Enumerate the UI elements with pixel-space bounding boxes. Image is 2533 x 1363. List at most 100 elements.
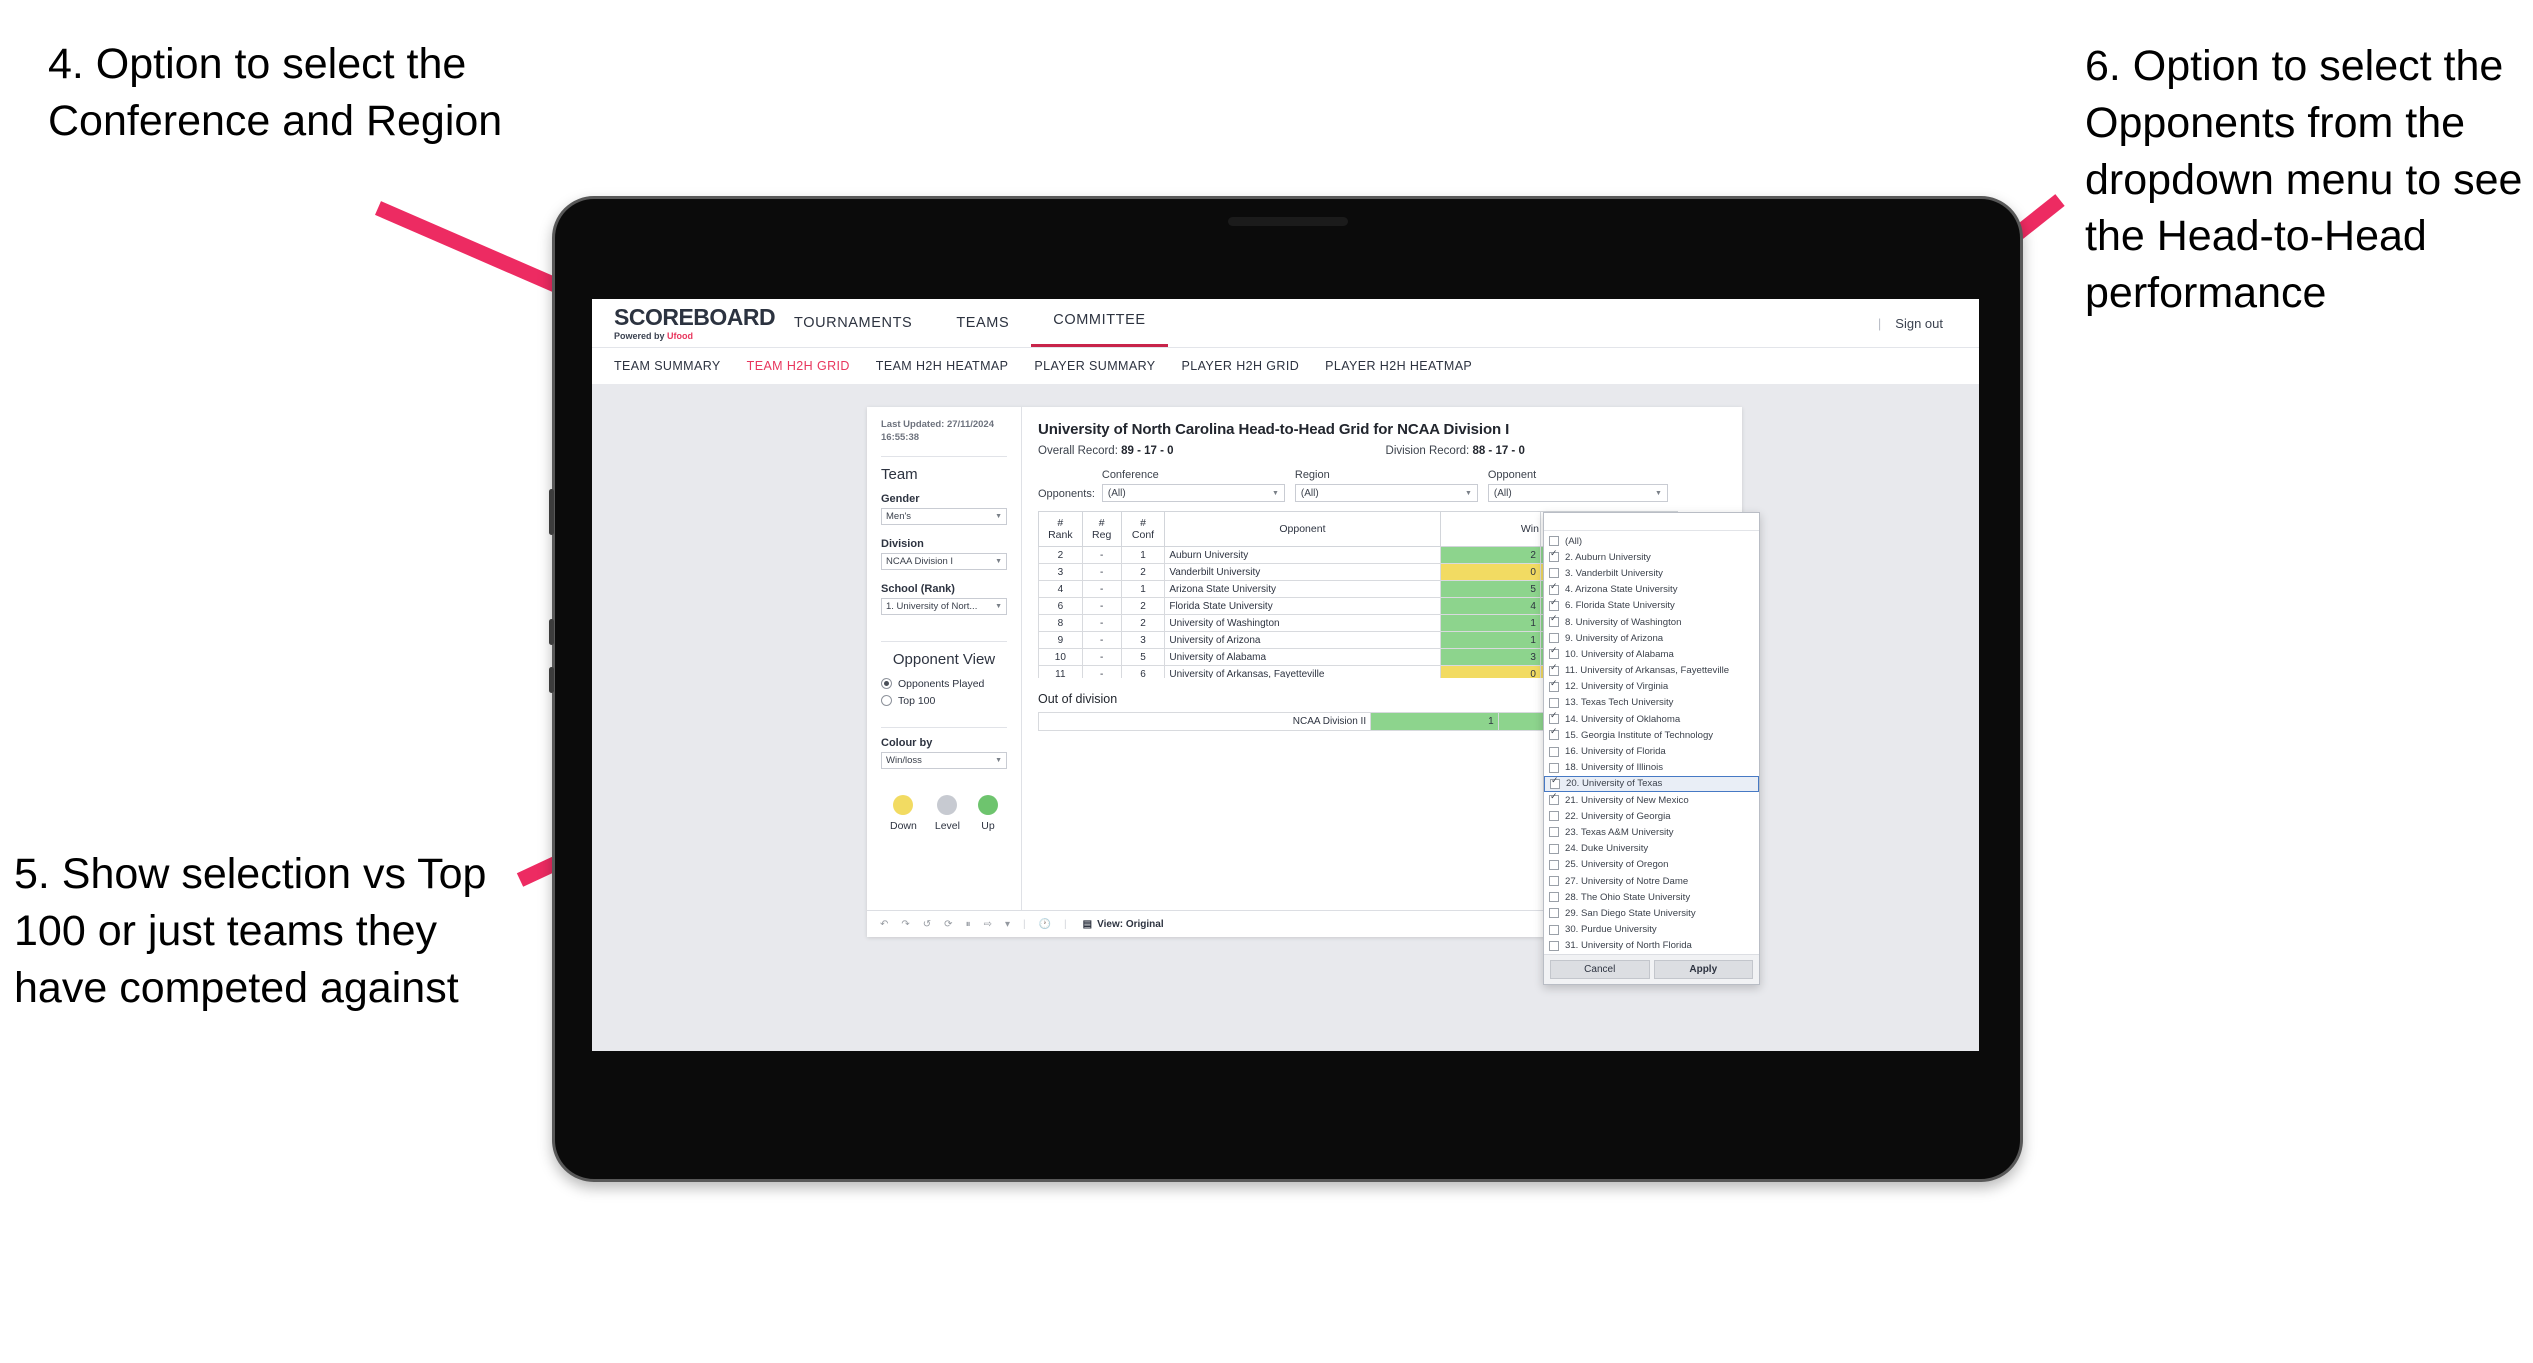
checkbox-icon[interactable] xyxy=(1549,536,1559,547)
opponent-dropdown-search[interactable] xyxy=(1544,513,1759,531)
checkbox-icon[interactable] xyxy=(1549,827,1559,838)
subnav-item-player-h2h-grid[interactable]: PLAYER H2H GRID xyxy=(1182,359,1300,373)
checkbox-icon[interactable] xyxy=(1549,598,1559,611)
pause-updates-icon[interactable]: ⏸ xyxy=(966,919,971,930)
opponent-menu-item[interactable]: 9. University of Arizona xyxy=(1544,630,1759,646)
forward-icon[interactable]: ⇨ xyxy=(984,919,992,930)
opponent-filter-select[interactable]: (All) ▼ xyxy=(1487,484,1668,502)
checkbox-icon[interactable] xyxy=(1549,697,1559,708)
opponent-menu-item[interactable]: 31. University of North Florida xyxy=(1544,938,1759,954)
panel-divider-3 xyxy=(881,726,1007,728)
checkbox-icon[interactable] xyxy=(1549,746,1559,757)
opponent-menu-item[interactable]: 3. Vanderbilt University xyxy=(1544,565,1759,581)
opponent-menu-item[interactable]: 10. University of Alabama xyxy=(1544,646,1759,662)
opponent-menu-item[interactable]: 6. Florida State University xyxy=(1544,598,1759,614)
nav-item-teams[interactable]: TEAMS xyxy=(934,299,1031,347)
opponent-menu-item[interactable]: 16. University of Florida xyxy=(1544,743,1759,759)
opponent-menu-item-label: 15. Georgia Institute of Technology xyxy=(1565,729,1714,741)
chevron-down-icon[interactable]: ▾ xyxy=(1005,919,1010,930)
division-record-value: 88 - 17 - 0 xyxy=(1472,445,1525,457)
cell-reg: - xyxy=(1081,665,1122,678)
checkbox-icon[interactable] xyxy=(1549,892,1559,903)
nav-item-tournaments[interactable]: TOURNAMENTS xyxy=(772,299,934,347)
radio-top-100[interactable]: Top 100 xyxy=(881,695,1007,707)
checkbox-icon[interactable] xyxy=(1549,940,1559,951)
gender-select[interactable]: Men's ▼ xyxy=(881,507,1007,525)
opponent-dropdown-list[interactable]: (All) 2. Auburn University 3. Vanderbilt U… xyxy=(1544,531,1759,954)
subnav-item-player-summary[interactable]: PLAYER SUMMARY xyxy=(1034,359,1155,373)
legend-label-level: Level xyxy=(934,819,960,832)
app-header: SCOREBOARD Powered by Ufood TOURNAMENTS … xyxy=(592,299,1979,347)
opponent-menu-item[interactable]: 28. The Ohio State University xyxy=(1544,889,1759,905)
checkbox-icon[interactable] xyxy=(1549,582,1559,595)
opponent-menu-item[interactable]: 4. Arizona State University xyxy=(1544,582,1759,598)
redo-icon[interactable]: ↷ xyxy=(901,919,909,930)
opponent-dropdown-menu[interactable]: (All) 2. Auburn University 3. Vanderbilt U… xyxy=(1543,512,1760,985)
col-header-win: Win xyxy=(1439,511,1541,547)
opponent-menu-item[interactable]: 22. University of Georgia xyxy=(1544,808,1759,824)
checkbox-icon[interactable] xyxy=(1549,663,1559,676)
opponent-menu-item[interactable]: 21. University of New Mexico xyxy=(1544,792,1759,808)
nav-item-committee[interactable]: COMMITTEE xyxy=(1031,299,1168,347)
opponent-menu-item[interactable]: 14. University of Oklahoma xyxy=(1544,711,1759,727)
viz-title: University of North Carolina Head-to-Hea… xyxy=(1038,421,1510,438)
checkbox-icon[interactable] xyxy=(1549,811,1559,822)
opponent-menu-item[interactable]: 8. University of Washington xyxy=(1544,614,1759,630)
opponent-menu-item[interactable]: 11. University of Arkansas, Fayetteville xyxy=(1544,663,1759,679)
opponent-menu-item[interactable]: 29. San Diego State University xyxy=(1544,905,1759,921)
revert-icon[interactable]: ↺ xyxy=(923,919,931,930)
opponent-menu-item[interactable]: 23. Texas A&M University xyxy=(1544,824,1759,840)
opponent-menu-item[interactable]: 18. University of Illinois xyxy=(1544,760,1759,776)
radio-opponents-played[interactable]: Opponents Played xyxy=(881,678,1007,690)
brand-logo[interactable]: SCOREBOARD Powered by Ufood xyxy=(614,305,776,341)
checkbox-icon[interactable] xyxy=(1549,792,1559,806)
checkbox-icon[interactable] xyxy=(1549,568,1559,579)
checkbox-icon[interactable] xyxy=(1549,727,1559,741)
opponent-menu-item[interactable]: 12. University of Virginia xyxy=(1544,679,1759,695)
checkbox-icon[interactable] xyxy=(1550,776,1560,789)
opponent-menu-item-label: 27. University of Notre Dame xyxy=(1565,875,1689,887)
checkbox-icon[interactable] xyxy=(1549,679,1559,692)
checkbox-icon[interactable] xyxy=(1549,924,1559,935)
checkbox-icon[interactable] xyxy=(1549,908,1559,919)
region-filter-select[interactable]: (All) ▼ xyxy=(1294,484,1478,502)
conference-filter-select[interactable]: (All) ▼ xyxy=(1101,484,1285,502)
opponent-filter-label: Opponent xyxy=(1487,469,1537,481)
opponent-menu-item[interactable]: 24. Duke University xyxy=(1544,841,1759,857)
opponent-menu-item[interactable]: 13. Texas Tech University xyxy=(1544,695,1759,711)
opponent-menu-item[interactable]: 27. University of Notre Dame xyxy=(1544,873,1759,889)
division-select[interactable]: NCAA Division I ▼ xyxy=(881,552,1007,570)
checkbox-icon[interactable] xyxy=(1549,859,1559,870)
undo-icon[interactable]: ↶ xyxy=(880,919,888,930)
opponent-menu-item[interactable]: 15. Georgia Institute of Technology xyxy=(1544,727,1759,743)
subnav-item-team-summary[interactable]: TEAM SUMMARY xyxy=(614,359,721,373)
opponent-menu-item[interactable]: 30. Purdue University xyxy=(1544,922,1759,938)
refresh-data-icon[interactable]: ⟳ xyxy=(944,919,952,930)
checkbox-icon[interactable] xyxy=(1549,876,1559,887)
history-clock-icon[interactable]: 🕐 xyxy=(1039,919,1051,930)
subnav-item-team-h2h-grid[interactable]: TEAM H2H GRID xyxy=(747,359,850,373)
apply-button[interactable]: Apply xyxy=(1653,959,1753,979)
subnav-item-player-h2h-heatmap[interactable]: PLAYER H2H HEATMAP xyxy=(1325,359,1472,373)
colour-by-select[interactable]: Win/loss ▼ xyxy=(881,751,1007,769)
checkbox-icon[interactable] xyxy=(1549,762,1559,773)
subnav-item-team-h2h-heatmap[interactable]: TEAM H2H HEATMAP xyxy=(876,359,1009,373)
checkbox-icon[interactable] xyxy=(1549,633,1559,644)
opponent-menu-item[interactable]: (All) xyxy=(1544,533,1759,549)
school-rank-select[interactable]: 1. University of Nort... ▼ xyxy=(881,597,1007,615)
checkbox-icon[interactable] xyxy=(1549,711,1559,725)
cell-win: 1 xyxy=(1439,614,1541,632)
opponent-menu-item[interactable]: 25. University of Oregon xyxy=(1544,857,1759,873)
cancel-button[interactable]: Cancel xyxy=(1550,959,1650,979)
view-original-button[interactable]: ▤ View: Original xyxy=(1083,919,1164,930)
checkbox-icon[interactable] xyxy=(1549,614,1559,628)
opponent-menu-item[interactable]: 20. University of Texas xyxy=(1544,775,1759,792)
cell-conf: 2 xyxy=(1120,563,1166,581)
header-right: | Sign out xyxy=(1878,316,1979,331)
chevron-down-icon: ▼ xyxy=(1271,489,1279,497)
checkbox-icon[interactable] xyxy=(1549,646,1559,660)
checkbox-icon[interactable] xyxy=(1549,843,1559,854)
opponent-menu-item[interactable]: 2. Auburn University xyxy=(1544,549,1759,565)
sign-out-link[interactable]: Sign out xyxy=(1895,316,1943,331)
checkbox-icon[interactable] xyxy=(1549,549,1559,563)
